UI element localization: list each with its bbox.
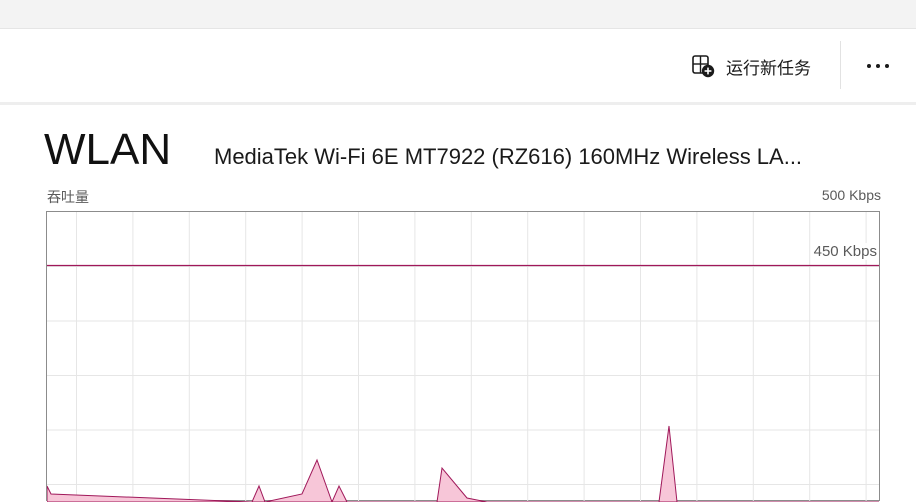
throughput-area <box>47 425 879 502</box>
throughput-graph-canvas <box>47 212 879 502</box>
command-bar: 运行新任务 <box>0 29 916 105</box>
more-options-icon-dot <box>885 64 889 68</box>
graph-max-label: 500 Kbps <box>821 187 881 203</box>
run-new-task-label: 运行新任务 <box>726 58 811 78</box>
window-title-strip <box>0 0 916 29</box>
throughput-label: 吞吐量 <box>47 189 89 205</box>
toolbar-divider <box>840 41 841 89</box>
more-options-icon-dot <box>876 64 880 68</box>
graph-grid <box>47 212 879 502</box>
adapter-description: MediaTek Wi-Fi 6E MT7922 (RZ616) 160MHz … <box>214 144 803 169</box>
run-new-task-button[interactable]: 运行新任务 <box>690 51 811 81</box>
scale-line-label: 450 Kbps <box>812 243 878 260</box>
adapter-title: WLAN <box>44 125 172 174</box>
more-options-button[interactable] <box>858 51 898 81</box>
more-options-icon <box>867 64 871 68</box>
throughput-graph <box>46 211 880 502</box>
run-new-task-icon <box>692 55 715 78</box>
